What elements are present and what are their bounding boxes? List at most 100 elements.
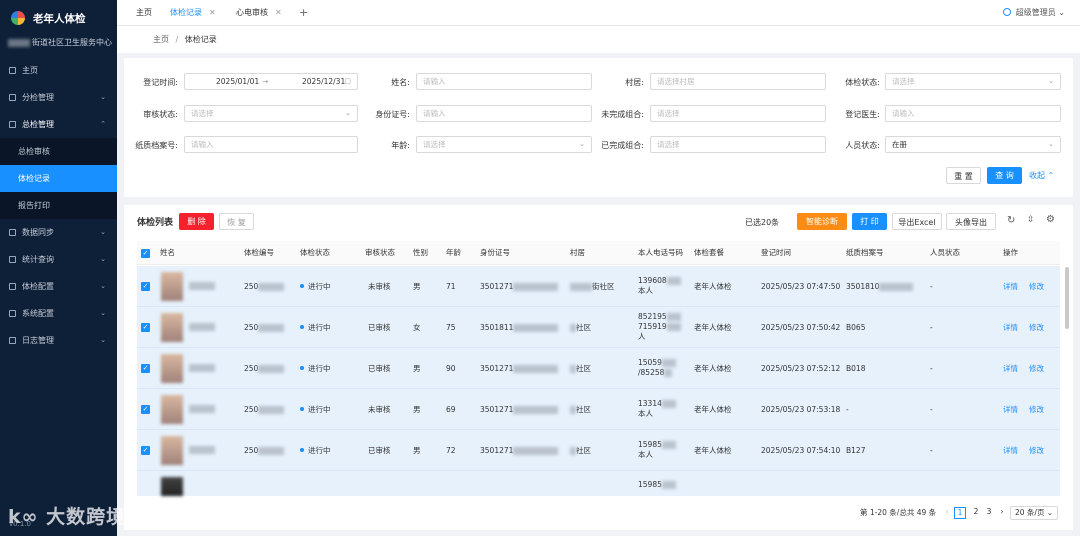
sidebar-item-sub-exam[interactable]: 分检管理 ⌄ bbox=[0, 84, 117, 111]
reg-doctor-input[interactable]: 请输入 bbox=[885, 105, 1061, 122]
detail-link[interactable]: 详情 bbox=[1003, 446, 1018, 456]
edit-link[interactable]: 修改 bbox=[1029, 282, 1044, 292]
chart-icon bbox=[9, 256, 16, 263]
page-3[interactable]: 3 bbox=[983, 507, 995, 519]
reset-button[interactable]: 重 置 bbox=[946, 167, 981, 184]
check-icon: ✓ bbox=[141, 405, 150, 414]
detail-link[interactable]: 详情 bbox=[1003, 282, 1018, 292]
table-header: ✓ 姓名 体检编号 体检状态 审核状态 性别 年龄 身份证号 村居 本人电话号码… bbox=[137, 241, 1060, 265]
exam-status-select[interactable]: 请选择 ⌄ bbox=[885, 73, 1061, 90]
edit-link[interactable]: 修改 bbox=[1029, 446, 1044, 456]
smart-diagnosis-button[interactable]: 智能诊断 bbox=[797, 213, 847, 230]
select-all-checkbox[interactable]: ✓ bbox=[141, 241, 150, 265]
user-menu[interactable]: 超级管理员 ⌄ bbox=[1002, 0, 1065, 26]
avatar bbox=[161, 272, 183, 301]
list-title: 体检列表 bbox=[137, 218, 174, 228]
person-status-select[interactable]: 在册 ⌄ bbox=[885, 136, 1061, 153]
breadcrumb-current: 体检记录 bbox=[184, 35, 217, 44]
tab-records[interactable]: 体检记录 ✕ bbox=[170, 0, 216, 26]
sidebar-item-general-exam[interactable]: 总检管理 ⌃ bbox=[0, 111, 117, 138]
village-label: 村居: bbox=[625, 78, 644, 87]
export-avatar-button[interactable]: 头像导出 bbox=[946, 213, 996, 230]
prev-page-icon[interactable]: ‹ bbox=[941, 507, 953, 519]
query-button[interactable]: 查 询 bbox=[987, 167, 1022, 184]
complete-select[interactable]: 请选择 bbox=[650, 136, 826, 153]
delete-button[interactable]: 删 除 bbox=[179, 213, 214, 230]
paper-no-input[interactable]: 请输入 bbox=[184, 136, 358, 153]
row-checkbox[interactable]: ✓ bbox=[141, 322, 150, 332]
print-button[interactable]: 打 印 bbox=[852, 213, 887, 230]
table-row[interactable]: ✓ 250 进行中 已审核 男 72 3501271 社区 15985 本人 老年… bbox=[137, 430, 1060, 471]
review-status-label: 审核状态: bbox=[143, 110, 178, 119]
chevron-down-icon: ⌄ bbox=[1058, 8, 1065, 17]
edit-link[interactable]: 修改 bbox=[1029, 323, 1044, 333]
brand: 老年人体检 bbox=[0, 0, 117, 36]
chevron-down-icon: ⌄ bbox=[1048, 140, 1054, 148]
sidebar-item-review[interactable]: 总检审核 bbox=[0, 138, 117, 165]
review-status-select[interactable]: 请选择 ⌄ bbox=[184, 105, 358, 122]
next-page-icon[interactable]: › bbox=[996, 507, 1008, 519]
table-row[interactable]: 15985 bbox=[137, 471, 1060, 496]
sidebar-item-stats[interactable]: 统计查询 ⌄ bbox=[0, 246, 117, 273]
row-checkbox[interactable]: ✓ bbox=[141, 445, 150, 455]
village-select[interactable]: 请选择村居 bbox=[650, 73, 826, 90]
tab-ecg-review[interactable]: 心电审核 ✕ bbox=[236, 0, 282, 26]
close-icon[interactable]: ✕ bbox=[275, 8, 282, 17]
id-card-input[interactable]: 请输入 bbox=[416, 105, 592, 122]
page-size-select[interactable]: 20 条/页 ⌄ bbox=[1010, 506, 1059, 520]
detail-link[interactable]: 详情 bbox=[1003, 323, 1018, 333]
chevron-down-icon: ⌄ bbox=[100, 93, 106, 101]
reg-time-range[interactable]: 2025/01/01 → 2025/12/31 ▢ bbox=[184, 73, 358, 90]
chevron-down-icon: ⌄ bbox=[1046, 508, 1054, 517]
exam-status-label: 体检状态: bbox=[845, 78, 880, 87]
page-2[interactable]: 2 bbox=[970, 507, 982, 519]
incomplete-select[interactable]: 请选择 bbox=[650, 105, 826, 122]
table-row[interactable]: ✓ 250 进行中 未审核 男 69 3501271 社区 13314 本人 老年… bbox=[137, 389, 1060, 430]
row-checkbox[interactable]: ✓ bbox=[141, 281, 150, 291]
tab-home[interactable]: 主页 bbox=[136, 0, 152, 26]
sidebar-item-home[interactable]: 主页 bbox=[0, 57, 117, 84]
export-excel-button[interactable]: 导出Excel bbox=[892, 213, 942, 230]
status-dot-icon bbox=[300, 448, 304, 452]
sidebar-item-records[interactable]: 体检记录 bbox=[0, 165, 117, 192]
name-label: 姓名: bbox=[391, 78, 410, 87]
chevron-down-icon: ⌄ bbox=[100, 336, 106, 344]
page-1[interactable]: 1 bbox=[954, 507, 966, 519]
table-scrollbar[interactable] bbox=[1065, 267, 1069, 329]
detail-link[interactable]: 详情 bbox=[1003, 405, 1018, 415]
row-checkbox[interactable]: ✓ bbox=[141, 404, 150, 414]
age-label: 年龄: bbox=[391, 141, 410, 150]
sidebar: 老年人体检 街道社区卫生服务中心 主页 分检管理 ⌄ 总检管理 ⌃ 总检审核 体检记… bbox=[0, 0, 117, 536]
sidebar-item-sync[interactable]: 数据同步 ⌄ bbox=[0, 219, 117, 246]
sidebar-item-report-print[interactable]: 报告打印 bbox=[0, 192, 117, 219]
redacted-text bbox=[8, 38, 30, 47]
app-name: 老年人体检 bbox=[33, 12, 86, 25]
app-logo bbox=[11, 11, 25, 25]
edit-link[interactable]: 修改 bbox=[1029, 364, 1044, 374]
collapse-button[interactable]: 收起 ⌃ bbox=[1029, 167, 1065, 184]
row-checkbox[interactable]: ✓ bbox=[141, 363, 150, 373]
detail-link[interactable]: 详情 bbox=[1003, 364, 1018, 374]
column-height-icon[interactable]: ⇳ bbox=[1027, 215, 1035, 225]
table-row[interactable]: ✓ 250 进行中 已审核 男 90 3501271 社区 15059/8525… bbox=[137, 348, 1060, 389]
refresh-icon[interactable]: ↻ bbox=[1007, 215, 1015, 226]
chevron-down-icon: ⌄ bbox=[100, 282, 106, 290]
tab-bar: 主页 体检记录 ✕ 心电审核 ✕ + 超级管理员 ⌄ bbox=[117, 0, 1080, 26]
close-icon[interactable]: ✕ bbox=[209, 8, 216, 17]
add-tab-icon[interactable]: + bbox=[299, 0, 308, 26]
chevron-down-icon: ⌄ bbox=[100, 309, 106, 317]
edit-link[interactable]: 修改 bbox=[1029, 405, 1044, 415]
settings-icon[interactable]: ⚙ bbox=[1046, 214, 1055, 225]
sidebar-item-logs[interactable]: 日志管理 ⌄ bbox=[0, 327, 117, 354]
table-row[interactable]: ✓ 250 进行中 已审核 女 75 3501811 社区 852195 7159… bbox=[137, 307, 1060, 348]
restore-button[interactable]: 恢 复 bbox=[219, 213, 254, 230]
age-select[interactable]: 请选择 ⌄ bbox=[416, 136, 592, 153]
incomplete-label: 未完成组合: bbox=[601, 110, 644, 119]
table-row[interactable]: ✓ 250 进行中 未审核 男 71 3501271 街社区 139608 本人 … bbox=[137, 266, 1060, 307]
sidebar-item-system-config[interactable]: 系统配置 ⌄ bbox=[0, 300, 117, 327]
list-icon bbox=[9, 94, 16, 101]
breadcrumb-home[interactable]: 主页 bbox=[153, 35, 169, 44]
name-input[interactable]: 请输入 bbox=[416, 73, 592, 90]
avatar bbox=[161, 354, 183, 383]
sidebar-item-exam-config[interactable]: 体检配置 ⌄ bbox=[0, 273, 117, 300]
